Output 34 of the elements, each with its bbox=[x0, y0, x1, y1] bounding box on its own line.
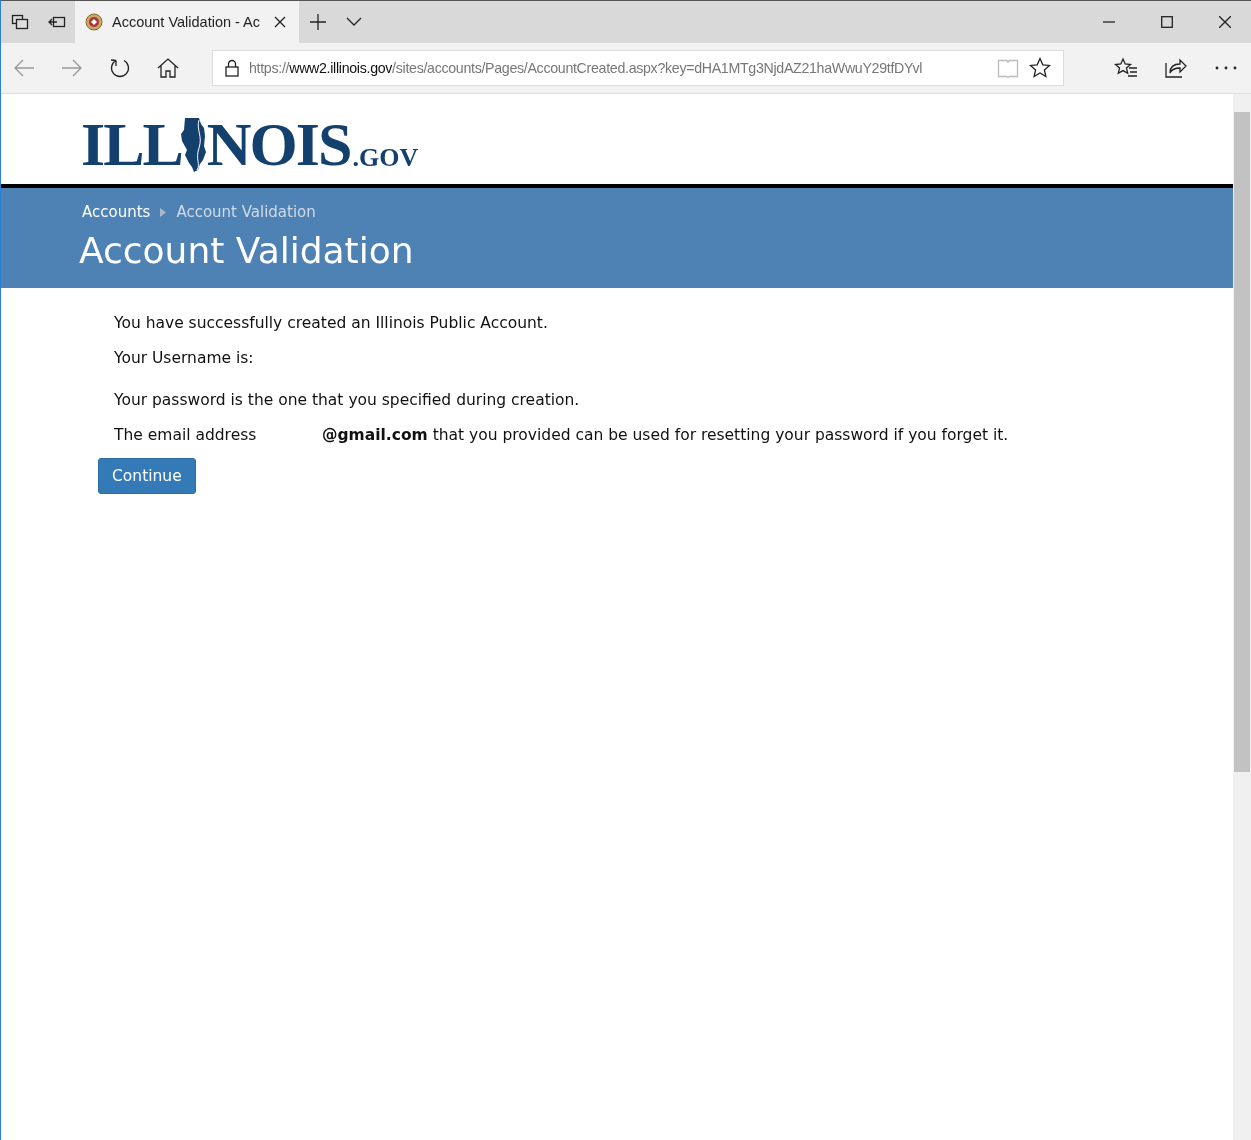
home-icon[interactable] bbox=[157, 58, 179, 78]
chevron-down-icon[interactable] bbox=[346, 17, 362, 27]
logo-text[interactable]: NOIS bbox=[206, 118, 351, 170]
refresh-icon[interactable] bbox=[109, 57, 131, 79]
close-icon[interactable] bbox=[1219, 16, 1231, 28]
message-text: @gmail.com that you provided can be used for resetting your password if you forget it. bbox=[322, 426, 1009, 444]
logo-text[interactable]: ILL bbox=[81, 118, 182, 170]
message-text: Your password is the one that you specified during creation. bbox=[114, 391, 580, 409]
forward-arrow-icon[interactable] bbox=[61, 59, 83, 77]
scrollbar[interactable] bbox=[1233, 94, 1251, 1140]
browser-tab[interactable]: Account Validation - Ac bbox=[75, 1, 299, 43]
tab-title: Account Validation - Ac bbox=[112, 14, 262, 30]
star-icon[interactable] bbox=[1029, 57, 1051, 79]
page-title: Account Validation bbox=[79, 229, 415, 273]
set-aside-tabs-icon[interactable] bbox=[48, 14, 66, 30]
favorites-icon[interactable] bbox=[1114, 57, 1138, 79]
seal-icon bbox=[85, 13, 103, 31]
message-text: You have successfully created an Illinois Public Account. bbox=[114, 314, 548, 332]
message-label: The email address bbox=[114, 426, 258, 444]
address-bar[interactable]: https://www2.illinois.gov/sites/accounts/Pages/AccountCreated.aspx?key=dHA1MTg3NjdAZ21haWwuY29tfDYvl bbox=[212, 50, 1064, 86]
continue-button[interactable]: Continue bbox=[98, 458, 196, 494]
caret-right-icon bbox=[160, 207, 167, 217]
maximize-icon[interactable] bbox=[1161, 16, 1173, 28]
message-text: Your Username is: bbox=[114, 349, 254, 367]
logo-text[interactable]: .GOV bbox=[352, 146, 419, 170]
share-icon[interactable] bbox=[1164, 57, 1188, 79]
tab-preview-icon[interactable] bbox=[11, 14, 29, 30]
close-icon[interactable] bbox=[273, 15, 287, 29]
new-tab-icon[interactable] bbox=[309, 13, 327, 31]
breadcrumb-link[interactable]: Accounts bbox=[82, 203, 151, 221]
back-arrow-icon[interactable] bbox=[13, 59, 35, 77]
more-icon[interactable] bbox=[1214, 65, 1238, 71]
lock-icon bbox=[225, 59, 239, 77]
url-text: https://www2.illinois.gov/sites/accounts/Pages/AccountCreated.aspx?key=dHA1MTg3NjdAZ21haWwuY29tfDYvl bbox=[249, 60, 924, 76]
